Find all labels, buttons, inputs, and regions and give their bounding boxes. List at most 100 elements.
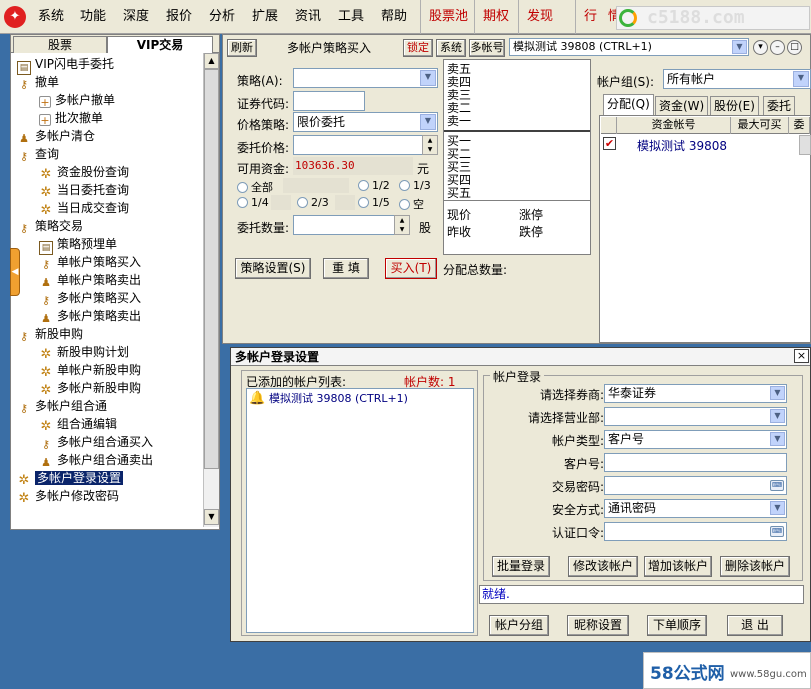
login-field-0[interactable]: 华泰证券 ▼ — [604, 384, 787, 403]
tree-item-17[interactable]: ✲ 单帐户新股申购 — [39, 361, 141, 380]
login-field-6[interactable]: ⌨ — [604, 522, 787, 541]
stock-code-input[interactable] — [293, 91, 365, 111]
keyboard-icon[interactable]: ⌨ — [770, 480, 784, 491]
checkbox-checked[interactable]: ✔ — [603, 137, 616, 150]
tree-item-2[interactable]: + 多帐户撤单 — [39, 91, 115, 109]
tree-item-0[interactable]: ▤ VIP闪电手委托 — [17, 55, 114, 75]
tree-item-20[interactable]: ✲ 组合通编辑 — [39, 415, 117, 434]
tree-item-21[interactable]: ⚷ 多帐户组合通买入 — [39, 433, 153, 451]
edit-account-button[interactable]: 修改该帐户 — [568, 556, 638, 577]
menu-quote[interactable]: 报价 — [166, 0, 192, 34]
tree-item-4[interactable]: ♟ 多帐户清仓 — [17, 127, 95, 145]
grid-scrollbar[interactable] — [799, 135, 811, 155]
order-price-spinner[interactable]: ▲ ▼ — [422, 135, 438, 155]
tree-item-3[interactable]: + 批次撤单 — [39, 109, 103, 127]
radio-half[interactable]: 1/2 — [358, 179, 390, 192]
menu-tools[interactable]: 工具 — [338, 0, 364, 34]
menu-news[interactable]: 资讯 — [295, 0, 321, 34]
quantity-spinner[interactable]: ▲ ▼ — [394, 215, 410, 235]
login-field-5[interactable]: 通讯密码 ▼ — [604, 499, 787, 518]
menu-extend[interactable]: 扩展 — [252, 0, 278, 34]
tree-item-16[interactable]: ✲ 新股申购计划 — [39, 343, 129, 362]
tree-item-9[interactable]: ⚷ 策略交易 — [17, 217, 83, 235]
lock-button[interactable]: 锁定 — [403, 39, 433, 57]
menu-help[interactable]: 帮助 — [381, 0, 407, 34]
tree-item-10[interactable]: ▤ 策略预埋单 — [39, 235, 117, 255]
scroll-down-icon[interactable]: ▼ — [204, 509, 219, 525]
radio-all[interactable]: 全部 — [237, 179, 273, 195]
grid-header-account[interactable]: 资金帐号 — [617, 117, 731, 134]
tree-item-23[interactable]: ✲ 多帐户登录设置 — [17, 469, 124, 488]
login-field-4[interactable]: ⌨ — [604, 476, 787, 495]
chevron-down-icon[interactable]: ▼ — [420, 70, 436, 86]
account-list[interactable]: 🔔 模拟测试 39808 (CTRL+1) — [246, 388, 474, 633]
spin-down-icon[interactable]: ▼ — [423, 145, 437, 154]
menu-options[interactable]: 期权 — [474, 0, 509, 34]
account-group-select[interactable]: 所有帐户 ▼ — [663, 69, 811, 89]
tree-item-8[interactable]: ✲ 当日成交查询 — [39, 199, 129, 218]
tab-orders[interactable]: 委托 — [763, 96, 796, 115]
buy-button[interactable]: 买入(T) — [385, 258, 437, 279]
tab-stocks[interactable]: 股票 — [13, 36, 107, 53]
tree-item-5[interactable]: ⚷ 查询 — [17, 145, 59, 163]
radio-third[interactable]: 1/3 — [399, 179, 431, 192]
tree-item-15[interactable]: ⚷ 新股申购 — [17, 325, 83, 343]
login-field-2[interactable]: 客户号 ▼ — [604, 430, 787, 449]
multi-account-button[interactable]: 多帐号 — [469, 39, 505, 57]
tree-item-18[interactable]: ✲ 多帐户新股申购 — [39, 379, 141, 398]
tree-item-24[interactable]: ✲ 多帐户修改密码 — [17, 487, 119, 506]
list-item[interactable]: 🔔 模拟测试 39808 (CTRL+1) — [249, 390, 408, 406]
menu-market-1[interactable]: 行 — [575, 0, 597, 34]
account-selector[interactable]: 模拟测试 39808 (CTRL+1) ▼ — [509, 38, 749, 56]
chevron-down-icon[interactable]: ▼ — [770, 409, 785, 423]
menu-system[interactable]: 系统 — [38, 0, 64, 34]
login-field-3[interactable] — [604, 453, 787, 472]
scroll-thumb[interactable] — [204, 69, 219, 469]
minimize-icon[interactable]: – — [770, 40, 785, 55]
table-row[interactable]: ✔ 模拟测试 39808 — [601, 135, 799, 153]
order-price-input[interactable] — [293, 135, 423, 155]
spin-down-icon[interactable]: ▼ — [395, 225, 409, 234]
grid-header-max-buy[interactable]: 最大可买 — [731, 117, 789, 134]
menu-discover[interactable]: 发现 — [518, 0, 553, 34]
keyboard-icon[interactable]: ⌨ — [770, 526, 784, 537]
spin-up-icon[interactable]: ▲ — [423, 136, 437, 145]
tree-item-19[interactable]: ⚷ 多帐户组合通 — [17, 397, 107, 415]
maximize-icon[interactable]: □ — [787, 40, 802, 55]
close-icon[interactable]: × — [794, 349, 809, 363]
menu-analysis[interactable]: 分析 — [209, 0, 235, 34]
chevron-down-icon[interactable]: ▼ — [732, 40, 747, 54]
price-strategy-select[interactable]: 限价委托 ▼ — [293, 112, 438, 132]
chevron-down-icon[interactable]: ▼ — [770, 386, 785, 400]
tab-vip-trade[interactable]: VIP交易 — [107, 36, 213, 53]
grid-header-order[interactable]: 委 — [789, 117, 810, 134]
account-group-button[interactable]: 帐户分组 — [489, 615, 549, 636]
tree-item-13[interactable]: ⚷ 多帐户策略买入 — [39, 289, 141, 307]
tab-funds[interactable]: 资金(W) — [655, 96, 709, 115]
menu-stock-pool[interactable]: 股票池 — [420, 0, 468, 34]
radio-quarter[interactable]: 1/4 — [237, 196, 269, 209]
dropdown-window-icon[interactable]: ▾ — [753, 40, 768, 55]
collapse-panel-handle[interactable]: ◀ — [10, 248, 20, 296]
add-account-button[interactable]: 增加该帐户 — [644, 556, 712, 577]
radio-fifth[interactable]: 1/5 — [358, 196, 390, 209]
chevron-down-icon[interactable]: ▼ — [770, 432, 785, 446]
tree-item-7[interactable]: ✲ 当日委托查询 — [39, 181, 129, 200]
menu-depth[interactable]: 深度 — [123, 0, 149, 34]
tree-item-22[interactable]: ♟ 多帐户组合通卖出 — [39, 451, 153, 469]
tree-item-12[interactable]: ♟ 单帐户策略卖出 — [39, 271, 141, 289]
tree-item-14[interactable]: ♟ 多帐户策略卖出 — [39, 307, 141, 325]
scroll-up-icon[interactable]: ▲ — [204, 53, 219, 69]
chevron-down-icon[interactable]: ▼ — [793, 71, 809, 87]
tree-item-11[interactable]: ⚷ 单帐户策略买入 — [39, 253, 141, 271]
batch-login-button[interactable]: 批量登录 — [492, 556, 550, 577]
tab-allocate[interactable]: 分配(Q) — [603, 94, 654, 115]
tree-scrollbar[interactable]: ▲ ▼ — [203, 53, 219, 527]
reset-button[interactable]: 重 填 — [323, 258, 369, 279]
chevron-down-icon[interactable]: ▼ — [420, 114, 436, 130]
strategy-select[interactable]: ▼ — [293, 68, 438, 88]
nickname-button[interactable]: 昵称设置 — [567, 615, 629, 636]
chevron-down-icon[interactable]: ▼ — [770, 501, 785, 515]
refresh-button[interactable]: 刷新 — [227, 39, 257, 57]
delete-account-button[interactable]: 删除该帐户 — [720, 556, 790, 577]
